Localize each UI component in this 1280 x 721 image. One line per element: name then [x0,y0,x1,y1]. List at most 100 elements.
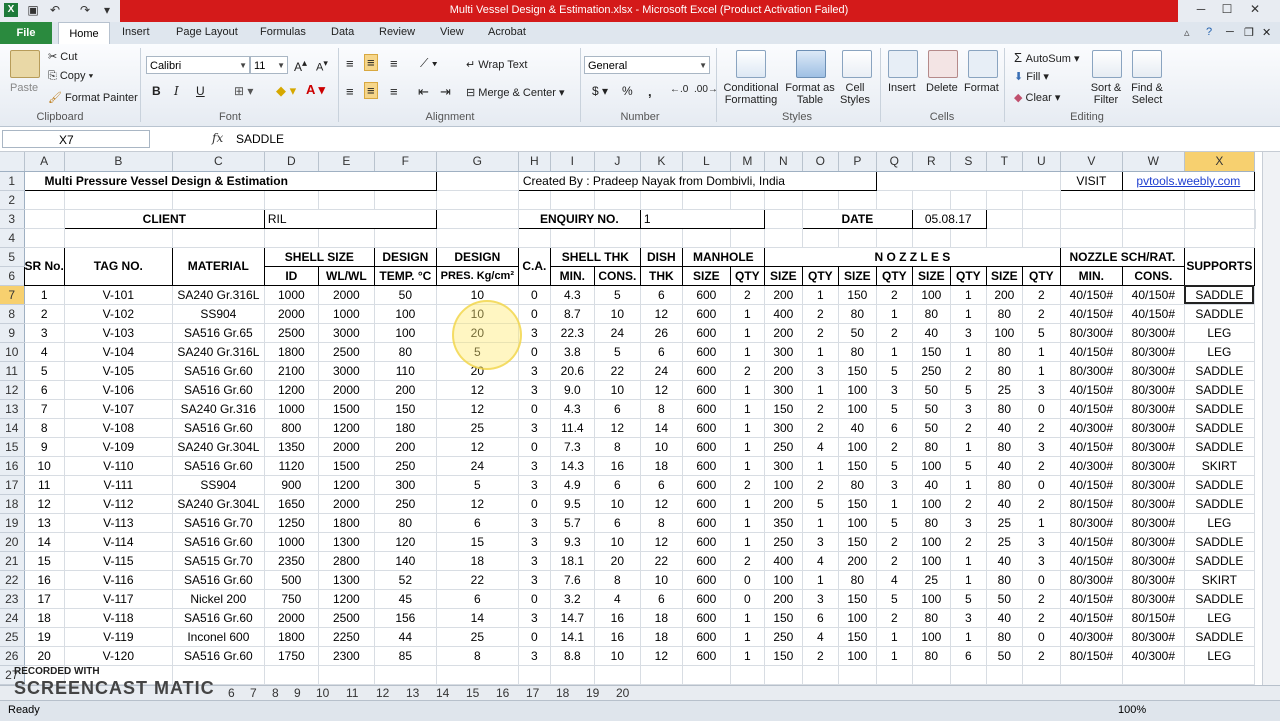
row-header[interactable]: 13 [0,399,25,419]
data-cell[interactable]: 1 [950,285,987,305]
cell[interactable] [912,228,951,248]
data-cell[interactable]: 16 [594,627,641,647]
autosum-button[interactable]: Σ AutoSum ▾ [1014,50,1079,65]
wb-close-icon[interactable]: ✕ [1262,26,1271,39]
data-cell[interactable]: 100 [838,399,877,419]
data-cell[interactable]: SA516 Gr.60 [172,570,265,590]
data-cell[interactable]: 3.2 [550,589,595,609]
data-cell[interactable]: SA515 Gr.70 [172,551,265,571]
data-cell[interactable]: 40/300# [1122,646,1185,666]
data-cell[interactable]: 80/150# [1060,646,1123,666]
data-cell[interactable]: 300 [764,380,803,400]
header-size[interactable]: SIZE [911,265,951,286]
data-cell[interactable]: 100 [838,513,877,533]
website-link[interactable]: pvtools.weebly.com [1121,170,1255,191]
data-cell[interactable]: Inconel 600 [172,627,265,647]
data-cell[interactable]: 12 [640,494,683,514]
visit-label[interactable]: VISIT [1059,170,1123,191]
data-cell[interactable]: 5 [876,361,913,381]
data-cell[interactable]: 80 [986,304,1023,324]
data-cell[interactable]: 22 [436,570,519,590]
data-cell[interactable]: 8 [640,513,683,533]
cell[interactable] [594,228,641,248]
sheet-tab[interactable]: 19 [586,686,599,700]
header-supports[interactable]: SUPPORTS [1183,246,1255,286]
data-cell[interactable]: 80/300# [1122,437,1185,457]
sheet-tab[interactable]: 11 [346,686,358,700]
data-cell[interactable]: 600 [682,570,731,590]
borders-icon[interactable]: ⊞ ▾ [234,84,253,98]
data-cell[interactable]: 5 [802,494,839,514]
data-cell[interactable]: 13 [24,513,65,533]
data-cell[interactable]: SA516 Gr.60 [172,361,265,381]
cell[interactable] [518,665,551,685]
cell[interactable] [640,228,683,248]
cell[interactable] [640,665,683,685]
cell[interactable] [318,228,375,248]
data-cell[interactable]: 22.3 [550,323,595,343]
cell[interactable] [912,665,951,685]
data-cell[interactable]: 6 [436,589,519,609]
tab-view[interactable]: View [440,26,464,38]
qat-customize-icon[interactable]: ▾ [100,3,114,17]
sheet-tab[interactable]: 7 [250,686,257,700]
data-cell[interactable]: 40 [986,456,1023,476]
data-cell[interactable]: 2 [950,494,987,514]
column-header[interactable]: J [594,152,641,172]
data-cell[interactable]: 80 [912,437,951,457]
data-cell[interactable]: 140 [374,551,437,571]
sheet-tab[interactable]: 8 [272,686,279,700]
data-cell[interactable]: 200 [838,551,877,571]
sheet-tab[interactable]: 17 [526,686,539,700]
data-cell[interactable]: SADDLE [1184,399,1255,419]
data-cell[interactable]: 80/300# [1122,570,1185,590]
align-top-icon[interactable]: ≡ [346,56,354,71]
data-cell[interactable]: 12 [24,494,65,514]
data-cell[interactable]: 0 [518,494,551,514]
data-cell[interactable]: 80/300# [1060,570,1123,590]
cell-styles-button[interactable]: Cell Styles [836,82,874,106]
data-cell[interactable]: 1300 [318,570,375,590]
data-cell[interactable]: Nickel 200 [172,589,265,609]
data-cell[interactable]: 5 [1022,323,1061,343]
data-cell[interactable]: 150 [838,494,877,514]
column-header[interactable]: B [64,152,173,172]
name-box[interactable]: X7 [2,130,150,148]
data-cell[interactable]: 44 [374,627,437,647]
data-cell[interactable]: 11 [24,475,65,495]
data-cell[interactable]: 18 [436,551,519,571]
data-cell[interactable]: 40/300# [1060,418,1123,438]
data-cell[interactable]: 80/300# [1122,323,1185,343]
cell[interactable] [1060,228,1123,248]
data-cell[interactable]: 200 [764,323,803,343]
cell[interactable] [318,665,375,685]
data-cell[interactable]: 0 [1022,475,1061,495]
data-cell[interactable]: SA516 Gr.60 [172,456,265,476]
cell[interactable] [802,228,839,248]
cell[interactable] [986,228,1023,248]
data-cell[interactable]: 40/150# [1060,437,1123,457]
data-cell[interactable]: 12 [640,380,683,400]
cell[interactable] [730,665,765,685]
data-cell[interactable]: 25 [436,627,519,647]
sheet-tab[interactable]: 20 [616,686,629,700]
data-cell[interactable]: 1 [730,513,765,533]
percent-button[interactable]: % [622,84,633,98]
column-header[interactable]: L [682,152,731,172]
cell[interactable] [24,190,65,210]
data-cell[interactable]: 100 [986,323,1023,343]
cell[interactable] [1122,228,1185,248]
data-cell[interactable]: 600 [682,475,731,495]
data-cell[interactable]: 1250 [264,513,319,533]
data-cell[interactable]: 2 [802,646,839,666]
row-header[interactable]: 5 [0,247,25,267]
data-cell[interactable]: 100 [912,285,951,305]
cell[interactable] [682,228,731,248]
row-header[interactable]: 14 [0,418,25,438]
data-cell[interactable]: 100 [838,608,877,628]
underline-button[interactable]: U [196,84,205,98]
column-header[interactable]: T [986,152,1023,172]
data-cell[interactable]: 2250 [318,627,375,647]
column-header[interactable]: F [374,152,437,172]
data-cell[interactable]: 20 [24,646,65,666]
